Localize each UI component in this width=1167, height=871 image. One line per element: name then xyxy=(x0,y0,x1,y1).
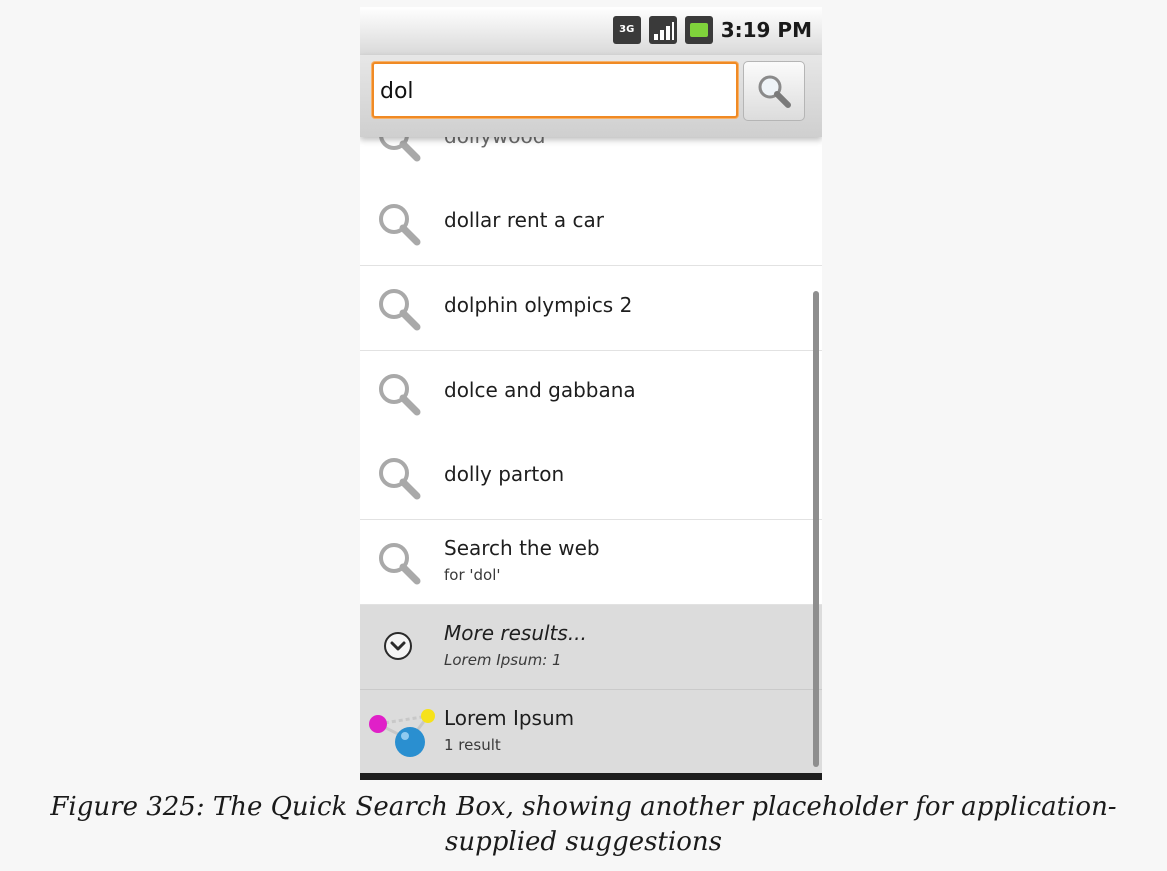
app-result-title: Lorem Ipsum xyxy=(444,706,575,730)
suggestion-row[interactable]: dolphin olympics 2 xyxy=(360,266,822,351)
battery-charging-icon xyxy=(684,16,713,44)
list-scrollbar[interactable] xyxy=(813,291,819,767)
suggestion-text: Search the web xyxy=(444,536,600,560)
3g-data-icon: 3G xyxy=(612,16,641,44)
more-results-title: More results... xyxy=(444,621,587,645)
app-result-subtitle: 1 result xyxy=(444,736,501,754)
search-button[interactable] xyxy=(743,61,805,121)
suggestion-row[interactable]: dollar rent a car xyxy=(360,181,822,266)
network-type-label: 3G xyxy=(619,24,635,35)
magnifier-icon xyxy=(379,543,421,585)
magnifier-icon xyxy=(379,374,421,416)
app-result-row[interactable]: Lorem Ipsum 1 result xyxy=(360,690,822,775)
molecule-app-icon xyxy=(369,709,435,757)
signal-strength-icon xyxy=(648,16,677,44)
caption-line-1: Figure 325: The Quick Search Box, showin… xyxy=(50,792,1117,822)
magnifier-icon xyxy=(758,75,791,108)
status-clock: 3:19 PM xyxy=(720,18,812,42)
magnifier-icon xyxy=(379,289,421,331)
caption-line-2: supplied suggestions xyxy=(445,827,722,857)
suggestion-text: dolce and gabbana xyxy=(444,378,636,402)
suggestion-list: dollywood dollar rent a car dolphin olym… xyxy=(360,97,822,780)
search-bar: dol xyxy=(360,55,822,137)
suggestion-row[interactable]: dolly parton xyxy=(360,435,822,520)
magnifier-icon xyxy=(379,458,421,500)
suggestion-subtext: for 'dol' xyxy=(444,566,501,584)
suggestion-text: dolly parton xyxy=(444,462,565,486)
magnifier-icon xyxy=(379,204,421,246)
suggestion-text: dollar rent a car xyxy=(444,208,604,232)
search-web-row[interactable]: Search the web for 'dol' xyxy=(360,520,822,605)
suggestion-text: dolphin olympics 2 xyxy=(444,293,633,317)
bottom-edge xyxy=(360,773,822,780)
expand-chevron-icon xyxy=(384,632,412,660)
status-bar: 3G 3:19 PM xyxy=(360,7,822,56)
more-results-subtitle: Lorem Ipsum: 1 xyxy=(444,651,562,669)
phone-screen: 3G 3:19 PM dol dollywood xyxy=(360,7,822,780)
suggestion-row[interactable]: dolce and gabbana xyxy=(360,351,822,436)
figure-caption: Figure 325: The Quick Search Box, showin… xyxy=(0,790,1167,860)
search-input[interactable]: dol xyxy=(372,62,738,118)
more-results-row[interactable]: More results... Lorem Ipsum: 1 xyxy=(360,605,822,690)
status-icons: 3G 3:19 PM xyxy=(612,13,812,47)
